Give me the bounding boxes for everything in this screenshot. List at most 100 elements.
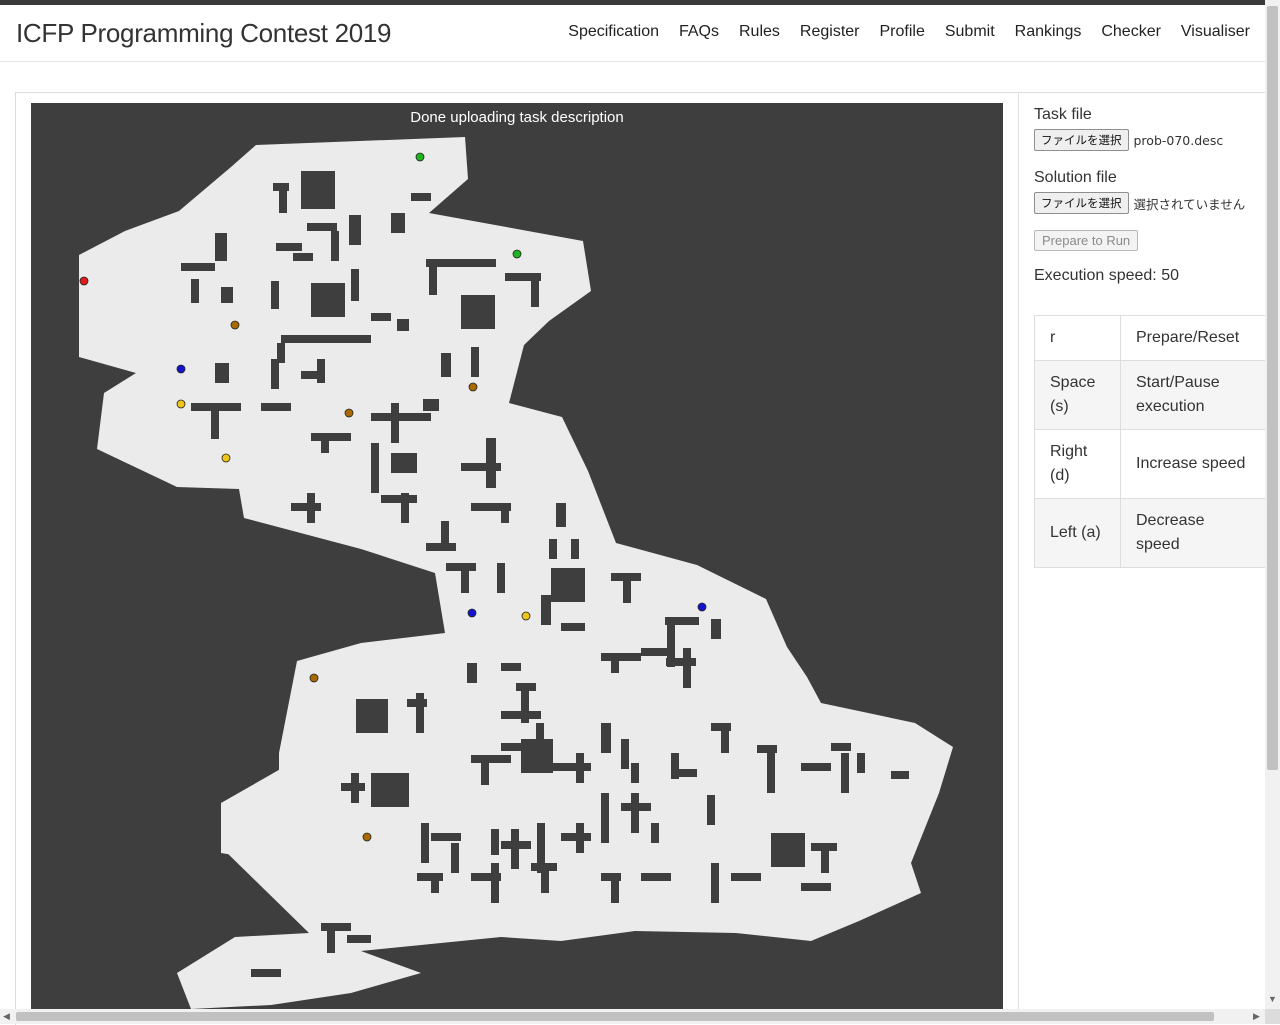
map-wall: [556, 503, 566, 527]
nav-profile[interactable]: Profile: [879, 23, 924, 41]
shortcut-table: r Prepare/Reset Space (s) Start/Pause ex…: [1034, 315, 1266, 568]
shortcut-action: Increase speed: [1120, 429, 1266, 499]
map-wall: [461, 563, 469, 593]
map-wall: [541, 595, 551, 625]
map-wall: [501, 663, 521, 671]
map-wall: [351, 269, 359, 301]
booster-marker: [362, 832, 372, 842]
map-wall: [721, 723, 729, 753]
horizontal-scroll-thumb[interactable]: [16, 1012, 1214, 1021]
map-wall: [431, 873, 439, 893]
map-wall: [621, 739, 629, 769]
map-wall: [801, 763, 831, 771]
nav-specification[interactable]: Specification: [568, 23, 659, 41]
map-wall: [461, 463, 501, 471]
map-wall: [857, 753, 865, 773]
shortcut-key: Left (a): [1034, 498, 1121, 568]
nav-checker[interactable]: Checker: [1101, 23, 1161, 41]
map-wall: [279, 183, 287, 213]
nav-submit[interactable]: Submit: [945, 23, 995, 41]
control-sidebar: Task file ファイルを選択 prob-070.desc Solution…: [1034, 106, 1265, 285]
map-wall: [757, 745, 777, 753]
solution-file-name: 選択されていません: [1133, 196, 1246, 212]
map-wall: [623, 573, 631, 603]
map-wall: [211, 403, 219, 439]
booster-marker: [467, 608, 477, 618]
map-wall: [501, 743, 521, 751]
map-wall: [371, 413, 431, 421]
booster-marker: [230, 320, 240, 330]
map-wall: [301, 171, 335, 209]
map-wall: [276, 243, 302, 251]
brand-title[interactable]: ICFP Programming Contest 2019: [16, 18, 392, 49]
map-wall: [611, 653, 619, 673]
map-wall: [327, 923, 335, 953]
nav-links: Specification FAQs Rules Register Profil…: [568, 23, 1250, 41]
shortcut-key: r: [1034, 315, 1121, 361]
map-wall: [831, 743, 851, 751]
map-wall: [611, 873, 619, 903]
map-wall: [181, 263, 215, 271]
map-wall: [191, 279, 199, 303]
map-wall: [471, 347, 479, 377]
map-wall: [501, 711, 541, 719]
map-wall: [666, 658, 696, 666]
nav-register[interactable]: Register: [800, 23, 860, 41]
booster-marker: [512, 249, 522, 259]
map-wall: [261, 403, 291, 411]
shortcut-key: Right (d): [1034, 429, 1121, 499]
horizontal-scrollbar[interactable]: ◀ ▶: [0, 1009, 1265, 1024]
nav-rules[interactable]: Rules: [739, 23, 780, 41]
booster-marker: [309, 673, 319, 683]
nav-visualiser[interactable]: Visualiser: [1181, 23, 1250, 41]
map-wall: [421, 823, 429, 863]
map-wall: [221, 287, 233, 303]
map-wall: [461, 295, 495, 329]
map-wall: [491, 829, 499, 855]
map-wall: [631, 793, 639, 833]
map-svg: [79, 137, 953, 1009]
nav-faqs[interactable]: FAQs: [679, 23, 719, 41]
map-wall: [391, 453, 417, 473]
map-canvas[interactable]: Done uploading task description: [31, 103, 1003, 1009]
vertical-scrollbar[interactable]: ▼: [1265, 0, 1280, 1009]
solution-file-label: Solution file: [1034, 169, 1117, 186]
map-wall: [631, 763, 639, 783]
solution-file-row: ファイルを選択 選択されていません: [1034, 192, 1265, 214]
map-wall: [215, 363, 229, 383]
scroll-down-arrow-icon[interactable]: ▼: [1268, 994, 1277, 1004]
map-wall: [576, 823, 584, 853]
map-wall: [271, 281, 279, 309]
shortcut-row: Space (s) Start/Pause execution: [1034, 360, 1266, 430]
map-wall: [541, 863, 549, 893]
map-wall: [423, 399, 439, 411]
map-wall: [821, 843, 829, 873]
map-wall: [561, 623, 585, 631]
scroll-right-arrow-icon[interactable]: ▶: [1253, 1011, 1260, 1022]
task-file-label: Task file: [1034, 106, 1092, 123]
map-wall: [416, 693, 424, 733]
map-wall: [601, 653, 641, 661]
shortcut-action: Prepare/Reset: [1120, 315, 1266, 361]
map-wall: [317, 359, 325, 383]
map-wall: [467, 663, 477, 683]
vertical-scroll-thumb[interactable]: [1267, 6, 1278, 770]
solution-file-choose-button[interactable]: ファイルを選択: [1034, 192, 1129, 214]
map-wall: [281, 335, 371, 343]
nav-rankings[interactable]: Rankings: [1015, 23, 1082, 41]
map-wall: [347, 935, 371, 943]
map-wall: [351, 773, 359, 803]
map-wall: [601, 793, 609, 843]
map-wall: [576, 753, 584, 783]
map-wall: [571, 539, 579, 559]
map-wall: [397, 319, 409, 331]
booster-marker: [176, 399, 186, 409]
task-file-choose-button[interactable]: ファイルを選択: [1034, 129, 1129, 151]
scroll-left-arrow-icon[interactable]: ◀: [3, 1011, 10, 1022]
map-wall: [481, 755, 489, 785]
map-wall: [356, 699, 388, 733]
prepare-to-run-button[interactable]: Prepare to Run: [1034, 230, 1139, 251]
map-wall: [841, 753, 849, 793]
scrollbar-corner: [1265, 1009, 1280, 1024]
task-file-row: ファイルを選択 prob-070.desc: [1034, 129, 1265, 151]
